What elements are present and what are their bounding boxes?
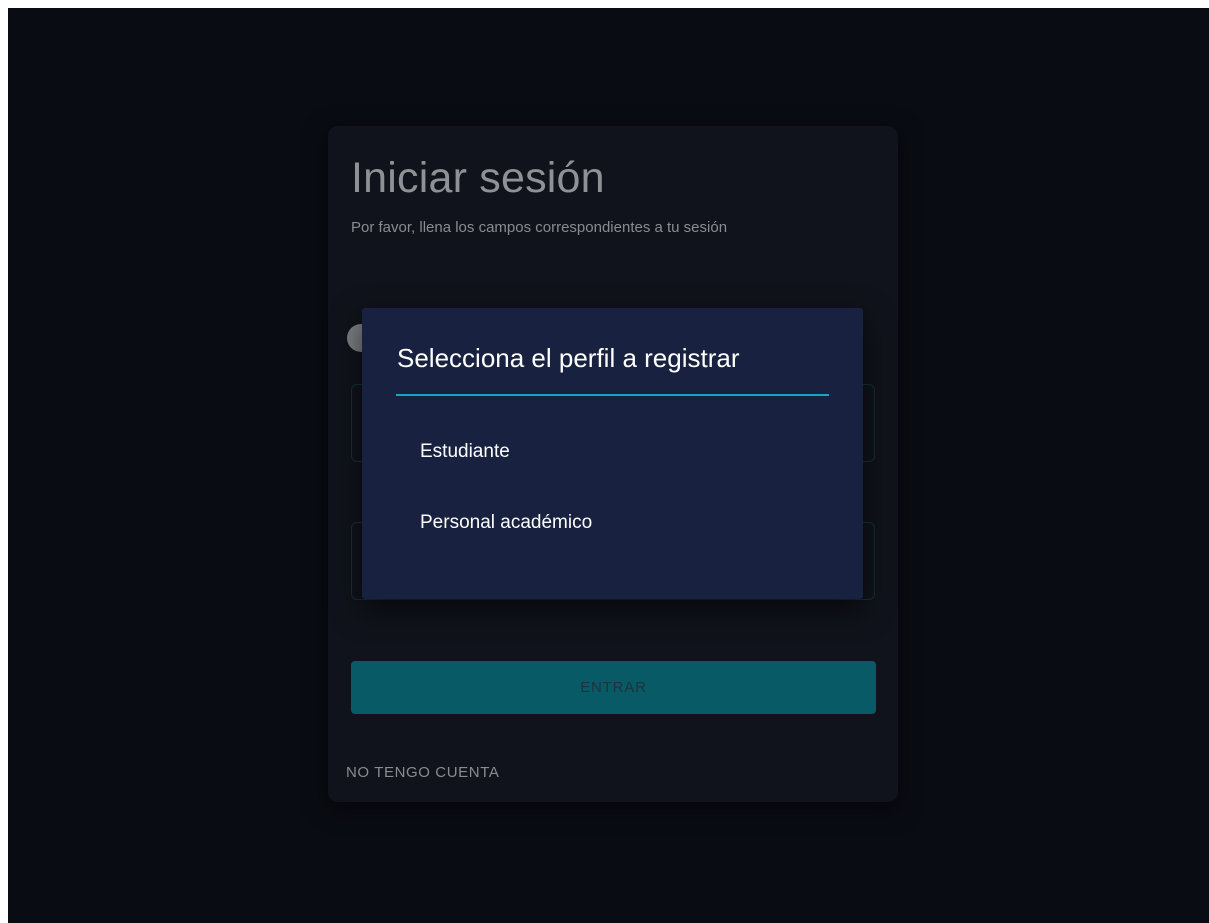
app-screen: Iniciar sesión Por favor, llena los camp…: [8, 8, 1209, 923]
profile-select-dialog: Selecciona el perfil a registrar Estudia…: [362, 308, 863, 599]
dialog-divider: [396, 394, 829, 396]
page-subtitle: Por favor, llena los campos correspondie…: [351, 219, 728, 236]
option-estudiante[interactable]: Estudiante: [420, 441, 510, 463]
enter-button[interactable]: ENTRAR: [351, 661, 876, 714]
dialog-title: Selecciona el perfil a registrar: [397, 343, 740, 373]
option-personal-academico[interactable]: Personal académico: [420, 512, 592, 534]
no-account-link[interactable]: NO TENGO CUENTA: [346, 764, 499, 781]
enter-button-label: ENTRAR: [580, 679, 647, 696]
page-title: Iniciar sesión: [351, 154, 605, 202]
